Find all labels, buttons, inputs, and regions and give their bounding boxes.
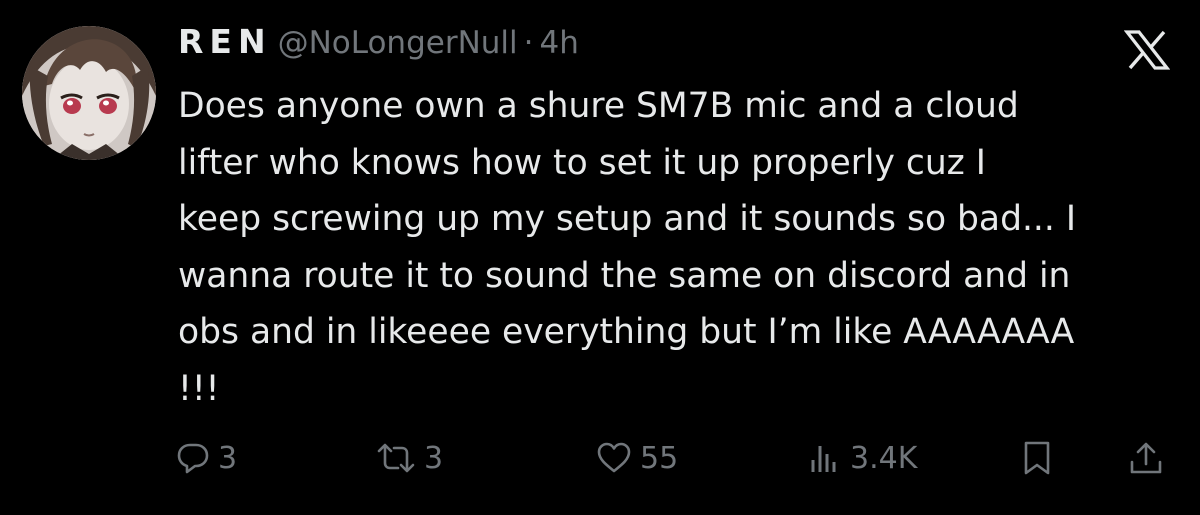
timestamp[interactable]: 4h xyxy=(540,25,579,61)
retweet-icon xyxy=(377,443,415,473)
reply-count: 3 xyxy=(218,440,238,476)
tweet-text-line: Does anyone own a shure SM7B mic and a c… xyxy=(178,86,1019,126)
separator-dot: · xyxy=(523,25,534,61)
bookmark-icon xyxy=(1024,441,1050,475)
views-button[interactable]: 3.4K xyxy=(808,436,917,480)
retweet-count: 3 xyxy=(424,440,444,476)
views-icon xyxy=(811,446,836,472)
retweet-button[interactable]: 3 xyxy=(376,436,443,480)
tweet-card: REN @NoLongerNull · 4h Does anyone own a… xyxy=(0,0,1200,515)
heart-icon xyxy=(597,442,631,473)
views-count: 3.4K xyxy=(850,440,918,476)
tweet-text: Does anyone own a shure SM7B mic and a c… xyxy=(178,78,1188,417)
like-button[interactable]: 55 xyxy=(596,436,678,480)
tweet-text-line: !!! xyxy=(178,368,220,409)
display-name[interactable]: REN xyxy=(178,22,272,61)
tweet-text-line: keep screwing up my setup and it sounds … xyxy=(178,199,1077,239)
share-button[interactable] xyxy=(1128,436,1164,480)
avatar[interactable] xyxy=(22,26,156,160)
user-handle[interactable]: @NoLongerNull xyxy=(278,25,518,61)
reply-button[interactable]: 3 xyxy=(176,436,237,480)
like-count: 55 xyxy=(640,440,679,476)
bookmark-button[interactable] xyxy=(1020,436,1054,480)
tweet-text-line: lifter who knows how to set it up proper… xyxy=(178,142,986,183)
x-logo-icon xyxy=(1124,30,1170,70)
tweet-header: REN @NoLongerNull · 4h xyxy=(178,22,579,68)
anime-avatar-icon xyxy=(22,26,156,160)
action-bar: 3 3 55 3.4K xyxy=(176,436,1176,480)
tweet-text-line: obs and in likeeee everything but I’m li… xyxy=(178,312,1075,352)
share-icon xyxy=(1130,442,1162,474)
tweet-text-line: wanna route it to sound the same on disc… xyxy=(178,255,1071,296)
reply-icon xyxy=(177,443,209,474)
